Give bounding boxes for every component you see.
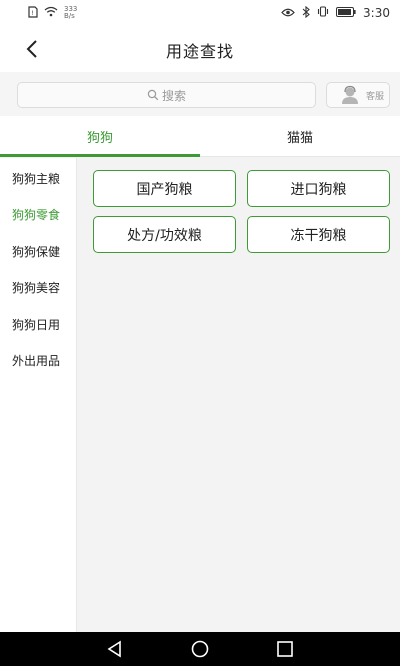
vibrate-icon <box>317 6 329 20</box>
category-button-freeze-dried-food[interactable]: 冻干狗粮 <box>247 216 390 253</box>
tab-cat[interactable]: 猫猫 <box>200 116 400 157</box>
network-speed-unit: B/s <box>64 12 75 20</box>
search-input[interactable]: 搜索 <box>17 82 316 108</box>
back-triangle-icon[interactable] <box>105 639 125 659</box>
search-placeholder: 搜索 <box>161 88 186 103</box>
category-grid: 国产狗粮 进口狗粮 处方/功效粮 冻干狗粮 <box>78 158 400 632</box>
status-right: 3:30 <box>281 5 390 21</box>
status-left: ! 333 B/s <box>28 6 77 21</box>
navigation-bar <box>0 632 400 666</box>
search-area: 搜索 客服 <box>0 72 400 116</box>
customer-service-icon <box>341 85 358 104</box>
active-tab-indicator <box>0 154 200 157</box>
category-button-prescription-food[interactable]: 处方/功效粮 <box>93 216 236 253</box>
header: 用途查找 <box>0 26 400 72</box>
home-circle-icon[interactable] <box>190 639 210 659</box>
category-button-imported-dog-food[interactable]: 进口狗粮 <box>247 170 390 207</box>
sidebar-item-dog-daily-use[interactable]: 狗狗日用 <box>0 306 76 343</box>
status-time: 3:30 <box>363 6 390 20</box>
wifi-icon <box>44 6 58 20</box>
eye-icon <box>281 7 295 20</box>
sidebar-item-outdoor-supplies[interactable]: 外出用品 <box>0 343 76 380</box>
network-speed: 333 B/s <box>64 6 77 20</box>
sidebar-item-dog-staple-food[interactable]: 狗狗主粮 <box>0 160 76 197</box>
sidebar-item-dog-health[interactable]: 狗狗保健 <box>0 233 76 270</box>
sidebar-item-dog-grooming[interactable]: 狗狗美容 <box>0 270 76 307</box>
sidebar-item-dog-snacks[interactable]: 狗狗零食 <box>0 197 76 234</box>
customer-service-label: 客服 <box>365 91 384 102</box>
page-title: 用途查找 <box>165 42 234 61</box>
svg-text:!: ! <box>31 10 33 17</box>
bluetooth-icon <box>302 5 310 21</box>
recents-square-icon[interactable] <box>275 639 295 659</box>
battery-icon <box>336 6 356 20</box>
category-button-domestic-dog-food[interactable]: 国产狗粮 <box>93 170 236 207</box>
tab-dog[interactable]: 狗狗 <box>0 116 200 157</box>
sidebar: 狗狗主粮 狗狗零食 狗狗保健 狗狗美容 狗狗日用 外出用品 <box>0 158 77 632</box>
status-bar: ! 333 B/s 3:30 <box>0 0 400 26</box>
category-tabs: 狗狗 猫猫 <box>0 116 400 157</box>
customer-service-button[interactable]: 客服 <box>326 82 390 108</box>
sim-icon: ! <box>28 5 38 21</box>
search-icon <box>147 89 159 101</box>
